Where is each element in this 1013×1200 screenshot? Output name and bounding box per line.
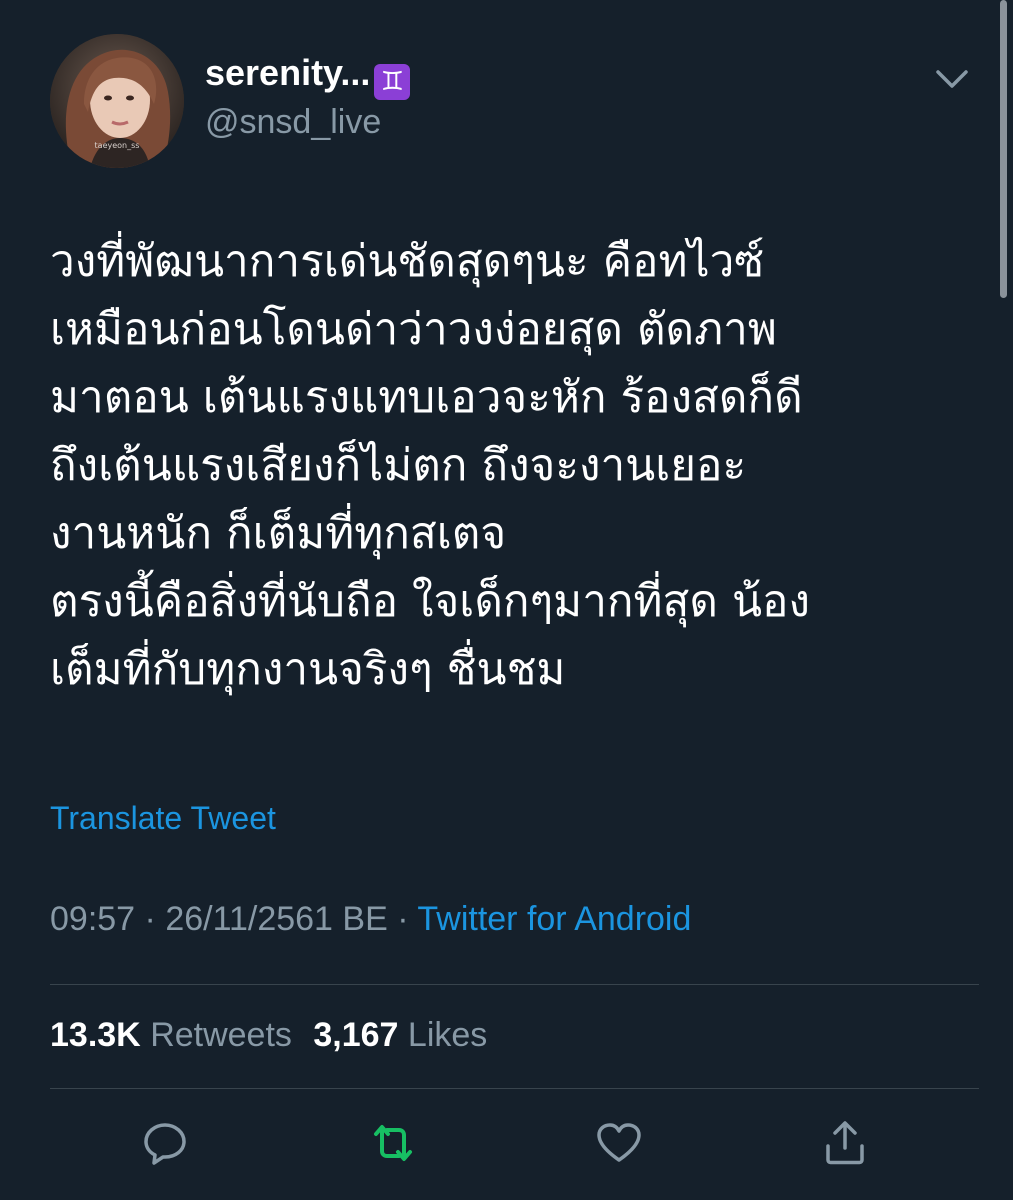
tweet-time: 09:57 — [50, 900, 136, 938]
user-handle[interactable]: @snsd_live — [205, 100, 381, 144]
scrollbar[interactable] — [1000, 0, 1007, 298]
tweet-text-line: งานหนัก ก็เต็มที่ทุกสเตจ — [50, 508, 507, 559]
heart-icon[interactable] — [594, 1118, 644, 1168]
tweet-text-line: เต็มที่กับทุกงานจริงๆ ชื่นชม — [50, 644, 566, 695]
avatar[interactable]: taeyeon_ss — [50, 34, 184, 168]
tweet-text-line: ตรงนี้คือสิ่งที่นับถือ ใจเด็กๆมากที่สุด … — [50, 576, 810, 627]
likes-label: Likes — [407, 1016, 488, 1054]
divider — [50, 984, 979, 985]
chevron-down-icon[interactable] — [932, 64, 972, 94]
tweet-meta: 09:57 · 26/11/2561 BE · Twitter for Andr… — [50, 898, 691, 940]
tweet-text-line: เหมือนก่อนโดนด่าว่าวงง่อยสุด ตัดภาพ — [50, 304, 777, 355]
retweets-label: Retweets — [150, 1016, 292, 1054]
tweet-actions — [0, 1118, 1013, 1168]
tweet-text-line: วงที่พัฒนาการเด่นชัดสุดๆนะ คือทไวซ์ — [50, 236, 765, 287]
likes-stat[interactable]: 3,167 Likes — [313, 1014, 487, 1056]
retweet-icon[interactable] — [368, 1118, 418, 1168]
share-icon[interactable] — [820, 1118, 870, 1168]
tweet-text: วงที่พัฒนาการเด่นชัดสุดๆนะ คือทไวซ์เหมือ… — [50, 228, 970, 704]
tweet-text-line: ถึงเต้นแรงเสียงก็ไม่ตก ถึงจะงานเยอะ — [50, 440, 747, 491]
tweet-source-link[interactable]: Twitter for Android — [417, 900, 691, 938]
avatar-watermark: taeyeon_ss — [95, 141, 140, 150]
tweet-header: taeyeon_ss serenity... ♊ @snsd_live — [50, 34, 980, 168]
display-name-text: serenity... — [205, 52, 371, 93]
tweet-text-line: มาตอน เต้นแรงแทบเอวจะหัก ร้องสดก็ดี — [50, 372, 803, 423]
retweets-stat[interactable]: 13.3K Retweets — [50, 1014, 292, 1056]
avatar-image: taeyeon_ss — [50, 34, 184, 168]
tweet-date: 26/11/2561 BE — [165, 900, 388, 938]
tweet-stats: 13.3K Retweets 3,167 Likes — [50, 1014, 487, 1056]
meta-separator: · — [135, 900, 166, 938]
likes-count: 3,167 — [313, 1016, 399, 1054]
display-name[interactable]: serenity... ♊ — [205, 51, 411, 100]
divider — [50, 1088, 979, 1089]
retweets-count: 13.3K — [50, 1016, 141, 1054]
gemini-icon: ♊ — [374, 64, 411, 100]
reply-icon[interactable] — [140, 1118, 190, 1168]
translate-tweet-link[interactable]: Translate Tweet — [50, 798, 276, 838]
meta-separator: · — [387, 900, 418, 938]
